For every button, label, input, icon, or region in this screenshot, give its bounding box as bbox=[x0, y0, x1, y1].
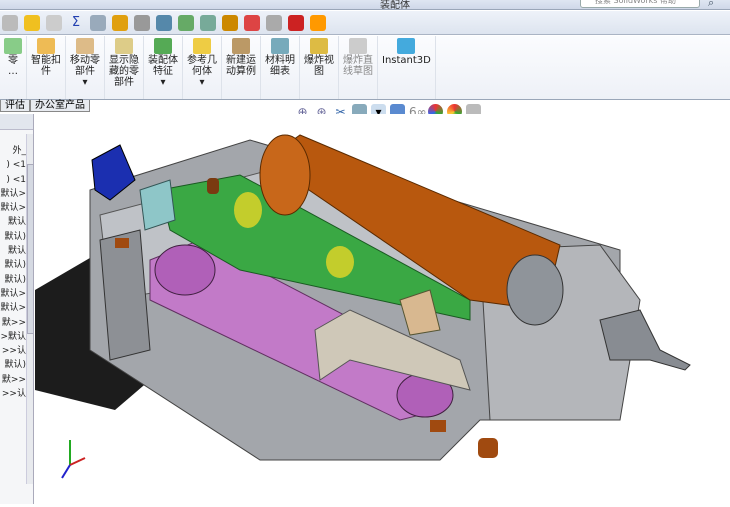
table-icon[interactable] bbox=[200, 14, 216, 31]
triad-axes bbox=[61, 440, 86, 479]
ribbon-button-8[interactable]: 爆炸视 图 bbox=[300, 36, 339, 99]
ribbon-button-1[interactable]: 智能扣 件 bbox=[27, 36, 66, 99]
insert-components-icon[interactable] bbox=[2, 14, 18, 31]
exploded-view-icon bbox=[310, 38, 328, 54]
tree-item[interactable]: (默认 bbox=[0, 273, 26, 287]
tree-scrollbar[interactable] bbox=[26, 134, 34, 484]
insert-part-icon bbox=[4, 38, 22, 54]
panel-header bbox=[0, 114, 33, 130]
mate-check-icon[interactable] bbox=[24, 14, 40, 31]
search-input[interactable]: 搜索 SolidWorks 帮助 bbox=[580, 0, 700, 8]
window-title: 装配体 bbox=[380, 0, 410, 11]
tree-item[interactable]: _外 bbox=[0, 144, 26, 158]
show-hidden-icon bbox=[115, 38, 133, 54]
sum-icon[interactable]: Σ bbox=[68, 15, 84, 31]
tree-item[interactable]: <默认 bbox=[0, 201, 26, 215]
tree-item[interactable]: 认<< bbox=[0, 344, 26, 358]
tree-item[interactable]: 默认< bbox=[0, 330, 26, 344]
tree-item[interactable]: (默认 bbox=[0, 358, 26, 372]
move-component-icon bbox=[76, 38, 94, 54]
interference-icon[interactable] bbox=[178, 14, 194, 31]
smart-fastener-icon bbox=[37, 38, 55, 54]
check-circle-icon[interactable] bbox=[266, 14, 282, 31]
appearance-icon[interactable] bbox=[310, 14, 326, 31]
tree-item[interactable]: 默认 bbox=[0, 244, 26, 258]
radiation-icon[interactable] bbox=[244, 14, 260, 31]
motion-study-icon bbox=[232, 38, 250, 54]
feature-manager-tree: _外 1> (1> (<默认 <默认 默认 (默认 默认 (默认 (默认 <默认 <默认 <<默 默认… bbox=[0, 114, 34, 504]
ribbon-label: 材料明 细表 bbox=[265, 55, 295, 77]
explode-line-icon bbox=[349, 38, 367, 54]
scroll-thumb[interactable] bbox=[27, 164, 34, 334]
ribbon-label: 装配体 特征 ▾ bbox=[148, 55, 178, 88]
smart-fasteners-icon[interactable] bbox=[90, 14, 106, 31]
command-manager: 零 … 智能扣 件移动零 部件 ▾ 显示隐 藏的零 部件 装配体 特征 ▾ 参考几 何体… bbox=[0, 36, 730, 100]
ribbon-button-7[interactable]: 材料明 细表 bbox=[261, 36, 300, 99]
ribbon-button-10[interactable]: Instant3D bbox=[378, 36, 436, 99]
ribbon-label: 智能扣 件 bbox=[31, 55, 61, 77]
color-swatch-icon[interactable] bbox=[288, 14, 304, 31]
tab-office-products[interactable]: 办公室产品 bbox=[30, 100, 90, 112]
ribbon-button-3[interactable]: 显示隐 藏的零 部件 bbox=[105, 36, 144, 99]
ribbon-label: 参考几 何体 ▾ bbox=[187, 55, 217, 88]
ribbon-label: 新建运 动算例 bbox=[226, 55, 256, 77]
render-icon[interactable] bbox=[222, 14, 238, 31]
tree-item[interactable]: <默认 bbox=[0, 187, 26, 201]
ribbon-button-9[interactable]: 爆炸直 线草图 bbox=[339, 36, 378, 99]
search-icon[interactable]: ⌕ bbox=[708, 0, 714, 10]
tree-item[interactable]: (默认 bbox=[0, 258, 26, 272]
ribbon-label: 零 … bbox=[8, 55, 18, 77]
tree-item[interactable]: (默认 bbox=[0, 230, 26, 244]
tree-item[interactable]: 认<< bbox=[0, 387, 26, 401]
assembly-feature-icon bbox=[154, 38, 172, 54]
tree-item[interactable]: 1> ( bbox=[0, 173, 26, 187]
reference-geometry-icon bbox=[193, 38, 211, 54]
ribbon-label: 爆炸直 线草图 bbox=[343, 55, 373, 77]
tree-item[interactable]: <默认 bbox=[0, 287, 26, 301]
ribbon-button-6[interactable]: 新建运 动算例 bbox=[222, 36, 261, 99]
ribbon-button-5[interactable]: 参考几 何体 ▾ bbox=[183, 36, 222, 99]
ribbon-label: 爆炸视 图 bbox=[304, 55, 334, 77]
tree-item[interactable]: <默认 bbox=[0, 301, 26, 315]
command-tabs: 评估 办公室产品 bbox=[0, 100, 90, 112]
ribbon-button-0[interactable]: 零 … bbox=[0, 36, 27, 99]
distribute-icon[interactable] bbox=[134, 14, 150, 31]
ribbon-label: 移动零 部件 ▾ bbox=[70, 55, 100, 88]
title-bar: 装配体 搜索 SolidWorks 帮助 ⌕ bbox=[0, 0, 730, 11]
tree-item[interactable]: 1> ( bbox=[0, 158, 26, 172]
warning-icon[interactable] bbox=[112, 14, 128, 31]
tree-item[interactable]: 默认 bbox=[0, 215, 26, 229]
ribbon-label: Instant3D bbox=[382, 55, 431, 66]
tree-item[interactable]: <<默 bbox=[0, 316, 26, 330]
tree-item[interactable]: <<默 bbox=[0, 373, 26, 387]
instant3d-icon bbox=[397, 38, 416, 54]
ribbon-button-4[interactable]: 装配体 特征 ▾ bbox=[144, 36, 183, 99]
graphics-area[interactable] bbox=[35, 114, 730, 504]
question-doc-icon[interactable] bbox=[156, 14, 172, 31]
check-icon[interactable] bbox=[46, 14, 62, 31]
ribbon-label: 显示隐 藏的零 部件 bbox=[109, 55, 139, 88]
assembly-model bbox=[35, 134, 691, 479]
assembly-toolbar: Σ bbox=[0, 11, 730, 35]
ribbon-button-2[interactable]: 移动零 部件 ▾ bbox=[66, 36, 105, 99]
tab-evaluate[interactable]: 评估 bbox=[0, 100, 30, 112]
bom-icon bbox=[271, 38, 289, 54]
